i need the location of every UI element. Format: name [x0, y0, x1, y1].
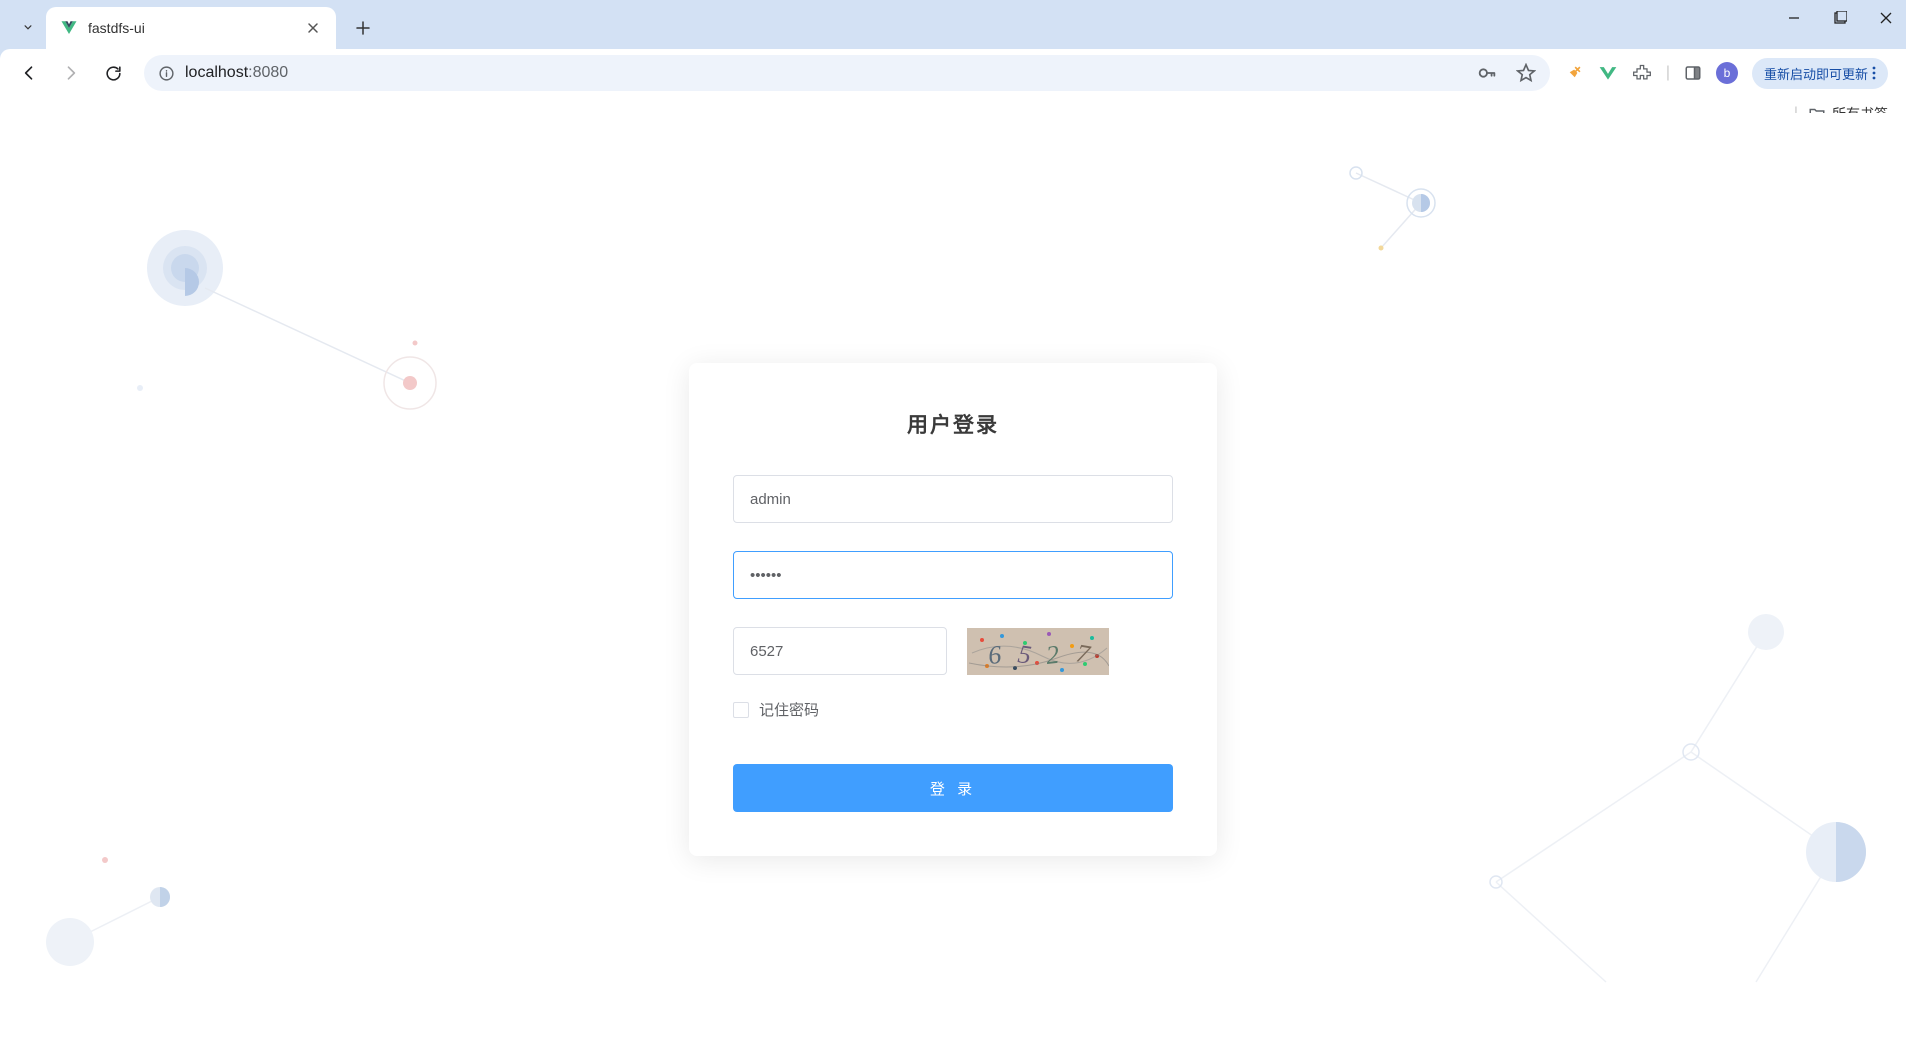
browser-chrome: fastdfs-ui localhost:8080 — [0, 0, 1906, 113]
arrow-right-icon — [61, 63, 81, 83]
forward-button[interactable] — [54, 56, 88, 90]
password-input[interactable] — [733, 551, 1173, 599]
chevron-down-icon — [21, 20, 35, 34]
avatar-letter: b — [1724, 66, 1731, 80]
reload-button[interactable] — [96, 56, 130, 90]
decoration-top-left — [130, 203, 470, 463]
close-icon — [307, 22, 319, 34]
kebab-icon — [1872, 66, 1876, 80]
pin-icon[interactable] — [1560, 59, 1588, 87]
separator: | — [1666, 64, 1670, 82]
login-card: 用户登录 — [689, 363, 1217, 856]
tab-close-button[interactable] — [304, 19, 322, 37]
url-host: localhost — [185, 64, 248, 81]
decoration-bottom-right — [1436, 572, 1906, 1052]
tab-bar: fastdfs-ui — [0, 0, 1906, 49]
page-content: 用户登录 — [0, 113, 1906, 952]
key-icon[interactable] — [1476, 62, 1498, 84]
update-pill[interactable]: 重新启动即可更新 — [1752, 58, 1888, 89]
vue-icon — [60, 19, 78, 37]
captcha-input[interactable] — [733, 627, 947, 675]
captcha-image[interactable]: 6 5 2 7 — [967, 628, 1109, 675]
toolbar-right: | b 重新启动即可更新 — [1564, 58, 1894, 89]
extensions-icon[interactable] — [1632, 63, 1652, 83]
info-icon — [158, 65, 175, 82]
url-actions — [1476, 62, 1536, 84]
remember-checkbox[interactable] — [733, 702, 749, 718]
vue-devtools-icon[interactable] — [1598, 63, 1618, 83]
window-controls — [1784, 8, 1896, 28]
login-button[interactable]: 登 录 — [733, 764, 1173, 812]
browser-tab[interactable]: fastdfs-ui — [46, 7, 336, 49]
arrow-left-icon — [19, 63, 39, 83]
captcha-row: 6 5 2 7 — [733, 627, 1173, 675]
tab-search-dropdown[interactable] — [10, 9, 46, 45]
username-input[interactable] — [733, 475, 1173, 523]
password-row — [733, 551, 1173, 599]
address-bar: localhost:8080 | b 重新启动即可更新 — [0, 49, 1906, 97]
new-tab-button[interactable] — [346, 11, 380, 45]
username-row — [733, 475, 1173, 523]
maximize-icon — [1833, 11, 1847, 25]
profile-avatar[interactable]: b — [1716, 62, 1738, 84]
minimize-icon — [1787, 11, 1801, 25]
url-text: localhost:8080 — [185, 64, 1466, 82]
reload-icon — [104, 64, 123, 83]
maximize-button[interactable] — [1830, 8, 1850, 28]
remember-row: 记住密码 — [733, 699, 1173, 720]
login-title: 用户登录 — [733, 409, 1173, 439]
close-window-button[interactable] — [1876, 8, 1896, 28]
decoration-top-right — [1326, 153, 1526, 273]
tab-title: fastdfs-ui — [88, 20, 294, 36]
back-button[interactable] — [12, 56, 46, 90]
decoration-bottom-left — [40, 812, 240, 972]
star-icon[interactable] — [1516, 63, 1536, 83]
plus-icon — [356, 21, 370, 35]
remember-label: 记住密码 — [759, 699, 819, 720]
svg-text:6: 6 — [987, 639, 1002, 669]
close-icon — [1879, 11, 1893, 25]
url-port: :8080 — [248, 64, 288, 81]
update-label: 重新启动即可更新 — [1764, 64, 1868, 83]
side-panel-icon[interactable] — [1684, 64, 1702, 82]
minimize-button[interactable] — [1784, 8, 1804, 28]
url-field[interactable]: localhost:8080 — [144, 55, 1550, 91]
